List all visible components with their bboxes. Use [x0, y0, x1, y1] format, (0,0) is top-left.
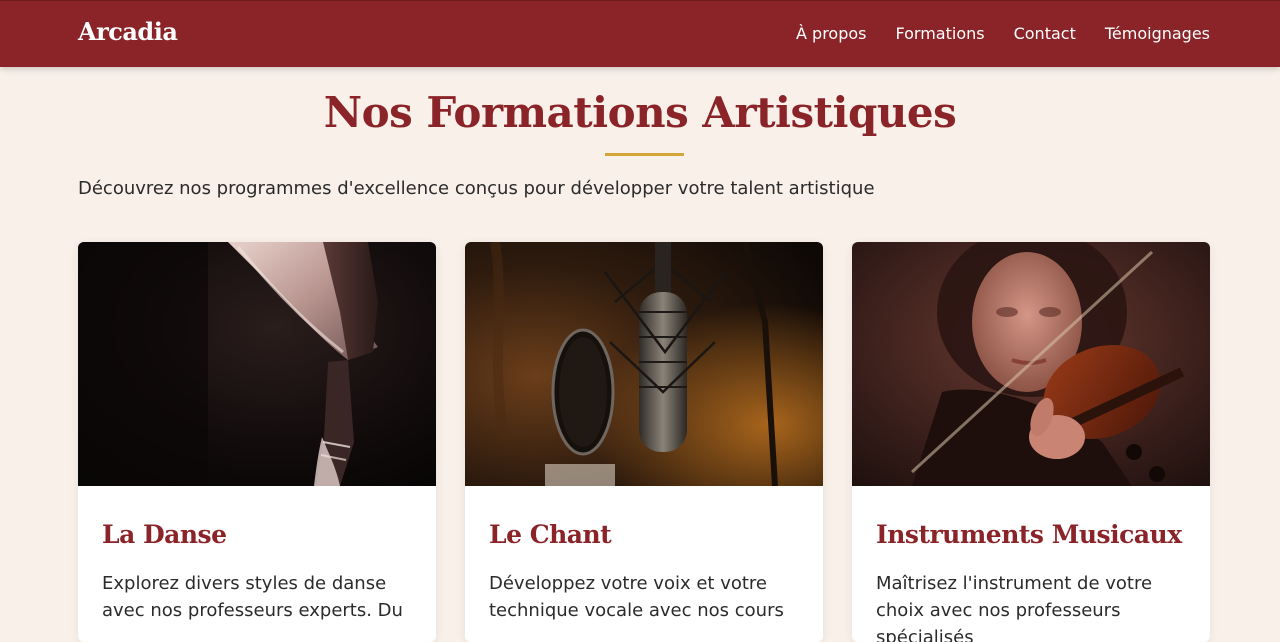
card-description: Explorez divers styles de danse avec nos…: [102, 573, 403, 621]
nav-link-temoignages[interactable]: Témoignages: [1105, 24, 1210, 43]
card-description: Maîtrisez l'instrument de votre choix av…: [876, 573, 1153, 642]
card-danse[interactable]: La Danse Explorez divers styles de danse…: [78, 242, 436, 642]
violinist-photo: [852, 242, 1210, 486]
section-title: Nos Formations Artistiques: [323, 88, 957, 137]
ballet-pointe-shoes-photo: [78, 242, 436, 486]
main-nav: À propos Formations Contact Témoignages: [796, 24, 1210, 43]
card-title: Instruments Musicaux: [876, 520, 1182, 549]
card-description: Développez votre voix et votre technique…: [489, 573, 784, 621]
top-navbar: Arcadia À propos Formations Contact Témo…: [0, 0, 1280, 67]
studio-microphone-photo: [465, 242, 823, 486]
nav-link-formations[interactable]: Formations: [896, 24, 985, 43]
title-underline: [605, 153, 684, 156]
section-subtitle: Découvrez nos programmes d'excellence co…: [78, 178, 875, 199]
card-chant[interactable]: Le Chant Développez votre voix et votre …: [465, 242, 823, 642]
nav-link-contact[interactable]: Contact: [1014, 24, 1076, 43]
card-title: La Danse: [102, 520, 227, 549]
card-title: Le Chant: [489, 520, 612, 549]
brand-logo-link[interactable]: Arcadia: [78, 17, 178, 46]
nav-link-a-propos[interactable]: À propos: [796, 24, 866, 43]
card-instruments[interactable]: Instruments Musicaux Maîtrisez l'instrum…: [852, 242, 1210, 642]
